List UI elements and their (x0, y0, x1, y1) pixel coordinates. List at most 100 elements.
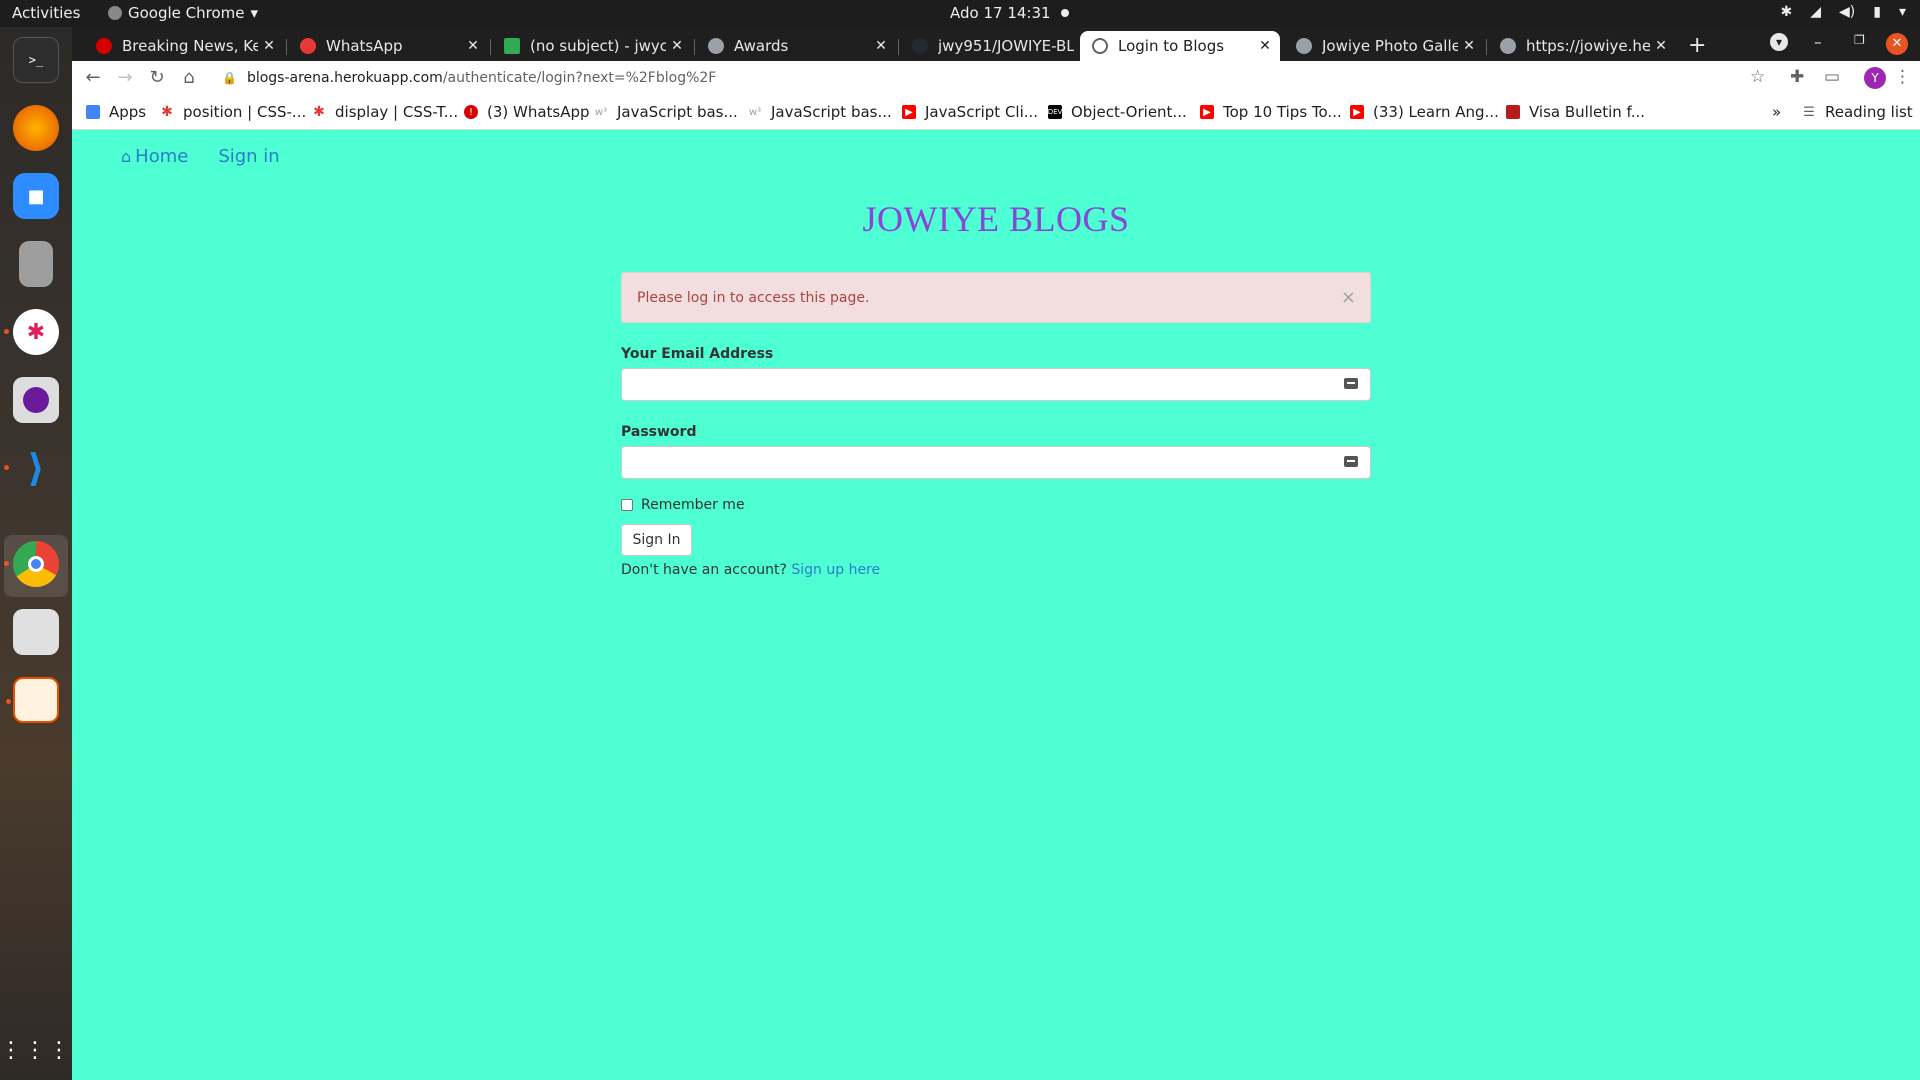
bookmark-item[interactable]: ▶ JavaScript Cli... (902, 103, 1038, 121)
site-brand-title: JOWIYE BLOGS (862, 199, 1130, 239)
bookmark-item[interactable]: DEV Object-Orient... (1048, 103, 1187, 121)
youtube-icon: ▶ (902, 105, 916, 119)
tab-github[interactable]: jwy951/JOWIYE-BLO ✕ (900, 31, 1100, 61)
tab-whatsapp[interactable]: WhatsApp ✕ (288, 31, 488, 61)
alert-message: Please log in to access this page. (637, 289, 870, 306)
camera-icon[interactable] (13, 377, 59, 423)
bookmark-item[interactable]: w³ JavaScript bas... (748, 103, 892, 121)
close-icon[interactable]: ✕ (1650, 38, 1672, 54)
bookmark-item[interactable]: ▶ Top 10 Tips To... (1200, 103, 1342, 121)
dock: >_ ■ ✱ ⟩ ⋮⋮⋮ (0, 27, 72, 1080)
close-icon[interactable]: ✕ (666, 38, 688, 54)
tab-login-to-blogs[interactable]: Login to Blogs ✕ (1080, 31, 1280, 61)
bookmarks-overflow[interactable]: » (1772, 103, 1781, 121)
bookmark-item[interactable]: ✱ display | CSS-T... (312, 103, 458, 121)
home-icon[interactable]: ⌂ (178, 67, 200, 88)
archive-icon[interactable] (19, 241, 53, 287)
extensions-icon[interactable]: ✚ (1790, 67, 1804, 87)
system-tray[interactable]: ✱ ◢ ◀) ▮ ▾ (1781, 4, 1907, 20)
tab-favicon-icon (1500, 38, 1516, 54)
bookmark-label: Object-Orient... (1071, 103, 1187, 121)
url-host: blogs-arena.herokuapp.com (246, 70, 443, 86)
minimize-icon[interactable]: – (1814, 33, 1822, 51)
tab-separator (898, 39, 899, 55)
address-bar[interactable]: 🔒 blogs-arena.herokuapp.com /authenticat… (222, 63, 1832, 93)
w3schools-icon: w³ (748, 106, 762, 118)
slack-icon[interactable]: ✱ (4, 309, 59, 355)
autofill-icon[interactable] (1344, 378, 1358, 389)
bookmark-label: JavaScript bas... (617, 103, 738, 121)
password-field[interactable] (621, 446, 1371, 479)
bookmark-item[interactable]: Visa Bulletin f... (1506, 103, 1645, 121)
terminal-icon[interactable]: >_ (13, 37, 59, 83)
bookmark-star-icon[interactable]: ☆ (1750, 67, 1765, 87)
volume-icon: ◀) (1839, 4, 1856, 20)
nav-home-label: Home (135, 146, 189, 167)
tab-favicon-icon (912, 38, 928, 54)
tab-title: Breaking News, Ken (122, 37, 258, 55)
tab-search-icon[interactable]: ▾ (1770, 33, 1788, 51)
email-field[interactable] (621, 368, 1371, 401)
activities-button[interactable]: Activities (12, 4, 80, 22)
bookmark-item[interactable]: ▶ (33) Learn Ang... (1350, 103, 1499, 121)
remember-me[interactable]: Remember me (621, 497, 1371, 513)
tab-awards[interactable]: Awards ✕ (696, 31, 896, 61)
reading-list[interactable]: ☰ Reading list (1802, 103, 1913, 121)
zoom-icon[interactable]: ■ (13, 173, 59, 219)
chevron-double-right-icon: » (1772, 103, 1782, 121)
chevron-down-icon: ▾ (250, 4, 259, 22)
show-apps-icon[interactable]: ⋮⋮⋮ (0, 1027, 70, 1073)
bookmark-label: position | CSS-... (183, 103, 307, 121)
forward-icon[interactable]: → (114, 67, 136, 88)
notification-dot-icon (1060, 9, 1069, 17)
close-icon[interactable]: ✕ (462, 38, 484, 54)
menu-kebab-icon[interactable]: ⋮ (1894, 67, 1911, 87)
vscode-icon[interactable]: ⟩ (4, 445, 59, 491)
bookmark-item[interactable]: ! (3) WhatsApp (464, 103, 590, 121)
dev-icon: DEV (1048, 105, 1062, 119)
tab-separator (1486, 39, 1487, 55)
close-icon[interactable]: ✕ (1458, 38, 1480, 54)
signup-link[interactable]: Sign up here (791, 562, 880, 578)
bookmark-apps[interactable]: Apps (86, 103, 146, 121)
autofill-icon[interactable] (1344, 456, 1358, 467)
tab-title: WhatsApp (326, 37, 403, 55)
reload-icon[interactable]: ↻ (146, 67, 168, 88)
files-icon[interactable] (13, 609, 59, 655)
tab-photo-gallery[interactable]: Jowiye Photo Galler ✕ (1284, 31, 1484, 61)
close-icon[interactable]: ✕ (1254, 38, 1276, 54)
close-window-icon[interactable]: ✕ (1886, 33, 1908, 55)
tab-breaking-news[interactable]: Breaking News, Ken ✕ (84, 31, 284, 61)
css-tricks-icon: ✱ (313, 104, 325, 120)
clock[interactable]: Ado 17 14:31 (950, 4, 1069, 22)
nav-signin-link[interactable]: Sign in (218, 146, 279, 167)
chrome-icon[interactable] (4, 541, 59, 587)
firefox-icon[interactable] (13, 105, 59, 151)
chrome-tab-strip: Breaking News, Ken ✕ WhatsApp ✕ (no subj… (72, 27, 1920, 61)
remember-checkbox[interactable] (621, 499, 633, 511)
back-icon[interactable]: ← (82, 67, 104, 88)
nav-home-link[interactable]: ⌂ Home (121, 146, 188, 167)
bookmark-label: Visa Bulletin f... (1529, 103, 1646, 121)
impress-icon[interactable] (6, 677, 59, 723)
close-icon[interactable]: ✕ (258, 38, 280, 54)
close-icon[interactable]: ✕ (870, 38, 892, 54)
bookmark-item[interactable]: w³ JavaScript bas... (594, 103, 738, 121)
wifi-icon: ◢ (1810, 4, 1822, 20)
app-menu[interactable]: Google Chrome ▾ (108, 4, 258, 22)
tab-favicon-icon (96, 38, 112, 54)
new-tab-button[interactable]: + (1688, 33, 1706, 58)
cast-icon[interactable]: ▭ (1824, 67, 1840, 87)
bookmarks-bar: Apps ✱ position | CSS-... ✱ display | CSS-… (72, 96, 1920, 130)
bookmark-item[interactable]: ✱ position | CSS-... (160, 103, 306, 121)
tab-favicon-icon (300, 38, 316, 54)
tab-favicon-icon (1296, 38, 1312, 54)
profile-avatar[interactable]: Y (1864, 67, 1886, 89)
remember-label: Remember me (641, 497, 745, 513)
tab-title: (no subject) - jwycyb (530, 37, 666, 55)
close-icon[interactable]: × (1341, 287, 1356, 308)
restore-icon[interactable]: ❐ (1854, 33, 1865, 47)
sign-in-button[interactable]: Sign In (621, 524, 692, 556)
tab-gmail[interactable]: (no subject) - jwycyb ✕ (492, 31, 692, 61)
tab-jowiye-heroku[interactable]: https://jowiye.hero ✕ (1488, 31, 1676, 61)
